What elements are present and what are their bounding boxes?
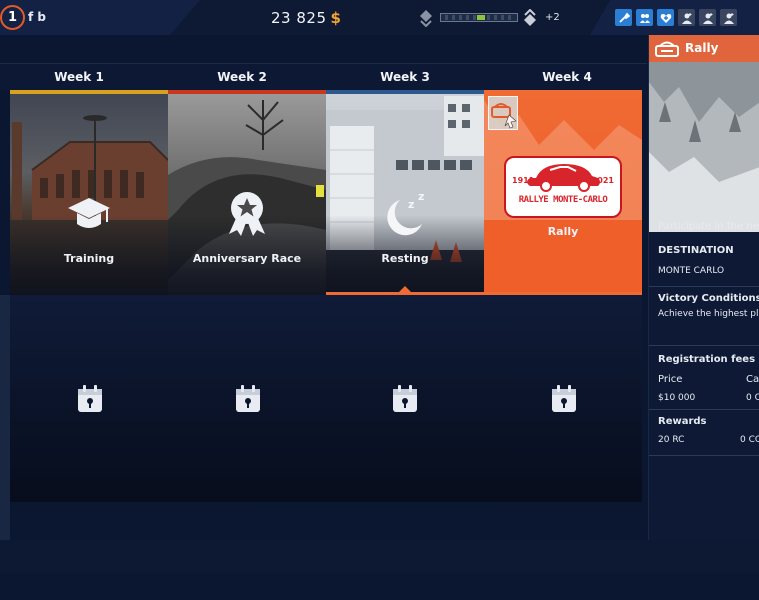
game-screen: 1 f b 23 825 $ +2 Week 1 Week 2 Week 3 W… <box>0 0 759 600</box>
selected-week-caret <box>399 286 411 292</box>
player-level-badge[interactable]: 1 <box>0 5 25 30</box>
event-card-training[interactable]: Training <box>10 90 168 295</box>
rally-logo-year-left: 1911 <box>512 176 535 185</box>
mechanics-icon[interactable] <box>636 9 653 26</box>
rally-logo-year-right: 2021 <box>591 176 614 185</box>
rally-logo-name: RALLYE MONTE-CARLO <box>518 195 608 205</box>
rally-card-badge <box>488 96 518 130</box>
event-card-resting[interactable]: z z Resting <box>326 90 484 295</box>
panel-description: Participate in the nex <box>658 221 759 232</box>
rank-up-icon <box>524 9 536 26</box>
money-amount: 23 825 <box>271 9 327 27</box>
destination-label: DESTINATION <box>658 245 734 256</box>
rally-card-icon <box>491 103 517 129</box>
player-name[interactable]: f b <box>28 10 46 24</box>
rank-progress-bar <box>440 13 518 22</box>
locked-calendar-icon[interactable] <box>234 384 262 414</box>
victory-conditions-value: Achieve the highest plac <box>658 309 759 319</box>
locked-calendar-icon[interactable] <box>76 384 104 414</box>
victory-conditions-label: Victory Conditions <box>658 293 759 304</box>
week-3-label: Week 3 <box>380 70 430 84</box>
rally-icon <box>655 41 679 57</box>
medic-icon[interactable] <box>657 9 674 26</box>
week-header-row: Week 1 Week 2 Week 3 Week 4 <box>0 63 647 90</box>
panel-title: Rally <box>685 41 719 55</box>
week-4-label: Week 4 <box>542 70 592 84</box>
week-2-label: Week 2 <box>217 70 267 84</box>
registration-fees-label: Registration fees <box>658 354 756 365</box>
graduation-cap-icon <box>68 198 110 228</box>
svg-text:z: z <box>418 190 424 203</box>
event-detail-panel: Rally Participate in the nex DESTINATION… <box>648 35 759 540</box>
car-label: Car <box>746 374 759 385</box>
schedule-left-edge <box>0 295 10 540</box>
money-display: 23 825 $ <box>271 9 341 27</box>
rank-bonus: +2 <box>545 12 560 23</box>
locked-calendar-icon[interactable] <box>550 384 578 414</box>
rewards-label: Rewards <box>658 416 707 427</box>
event-title-anniversary-race: Anniversary Race <box>192 252 302 265</box>
car-value: 0 C <box>746 393 759 403</box>
week-1-label: Week 1 <box>54 70 104 84</box>
event-title-training: Training <box>63 252 115 265</box>
rewards-value-2: 0 CC <box>740 435 759 445</box>
event-title-rally: Rally <box>547 225 579 238</box>
panel-divider <box>649 345 759 346</box>
price-label: Price <box>658 374 683 385</box>
event-title-resting: Resting <box>381 252 429 265</box>
top-bar: 1 f b 23 825 $ +2 <box>0 0 759 35</box>
svg-text:z: z <box>408 198 414 211</box>
panel-header: Rally <box>649 35 759 62</box>
bottom-bar-lower <box>0 573 759 600</box>
panel-divider <box>649 409 759 410</box>
wrench-icon[interactable] <box>615 9 632 26</box>
rewards-value: 20 RC <box>658 435 685 445</box>
rallye-monte-carlo-logo: 1911 2021 RALLYE MONTE-CARLO <box>504 156 622 218</box>
ribbon-badge-icon <box>229 192 265 236</box>
person-icon[interactable] <box>720 9 737 26</box>
sleep-moon-icon: z z <box>387 190 424 236</box>
bottom-bar <box>0 540 759 573</box>
panel-divider <box>649 455 759 456</box>
price-value: $10 000 <box>658 393 696 403</box>
event-card-anniversary-race[interactable]: Anniversary Race <box>168 90 326 295</box>
rank-progress-fill <box>477 15 485 20</box>
destination-value: MONTE CARLO <box>658 266 725 276</box>
event-card-rally[interactable]: 1911 2021 RALLYE MONTE-CARLO Rally <box>484 90 642 295</box>
person-icon[interactable] <box>699 9 716 26</box>
panel-divider <box>649 286 759 287</box>
rally-car-logo-art <box>527 164 600 192</box>
rank-down-icon <box>420 10 432 27</box>
panel-event-image <box>649 62 759 232</box>
dollar-icon: $ <box>330 9 342 27</box>
schedule-slots-area <box>10 295 642 502</box>
locked-calendar-icon[interactable] <box>391 384 419 414</box>
person-icon[interactable] <box>678 9 695 26</box>
